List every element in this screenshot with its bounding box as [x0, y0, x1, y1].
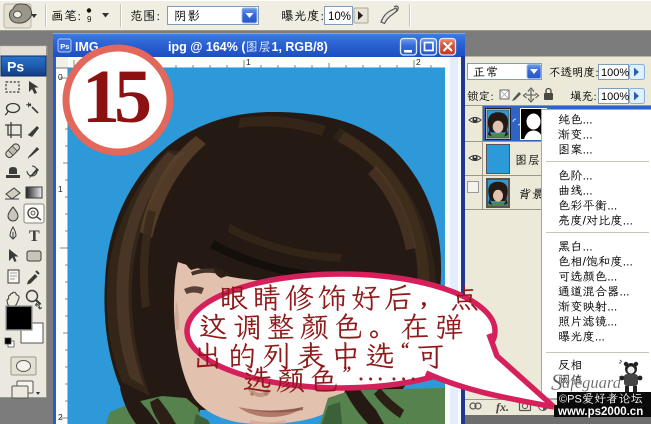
- svg-text:©PS: ©PS: [559, 394, 582, 406]
- svg-text:...: ...: [607, 300, 617, 314]
- svg-text:...: ...: [623, 255, 633, 269]
- svg-text:15: 15: [82, 55, 152, 139]
- svg-text:9: 9: [87, 15, 92, 24]
- svg-text:...: ...: [583, 128, 593, 142]
- svg-text:T: T: [29, 228, 40, 245]
- svg-text:...: ...: [583, 143, 593, 157]
- svg-text:...: ...: [620, 285, 630, 299]
- svg-text:1: 1: [246, 57, 251, 67]
- svg-text:Ps: Ps: [60, 42, 69, 51]
- svg-text:2: 2: [58, 412, 63, 422]
- svg-text:...: ...: [583, 240, 593, 254]
- svg-text:100%: 100%: [601, 91, 629, 103]
- svg-text:...: ...: [583, 113, 593, 127]
- svg-text:1: 1: [58, 184, 63, 194]
- svg-text:10%: 10%: [328, 11, 351, 23]
- svg-text:...: ...: [607, 199, 617, 213]
- svg-text:...: ...: [583, 184, 593, 198]
- svg-text:afeguard: afeguard: [562, 373, 622, 392]
- svg-text:...: ...: [607, 270, 617, 284]
- svg-text:...: ...: [623, 214, 633, 228]
- svg-text:...: ...: [607, 315, 617, 329]
- svg-text:www.ps2000.cn: www.ps2000.cn: [557, 406, 643, 418]
- svg-text:1, RGB/8): 1, RGB/8): [272, 40, 328, 54]
- svg-text:100%: 100%: [601, 67, 629, 79]
- svg-text:...: ...: [583, 169, 593, 183]
- svg-text:2: 2: [416, 57, 421, 67]
- svg-text:ipg @ 164% (: ipg @ 164% (: [168, 40, 246, 54]
- svg-text:Ps: Ps: [7, 59, 24, 75]
- svg-text:...: ...: [595, 330, 605, 344]
- svg-text:0: 0: [58, 72, 63, 82]
- svg-text:fx.: fx.: [496, 400, 509, 414]
